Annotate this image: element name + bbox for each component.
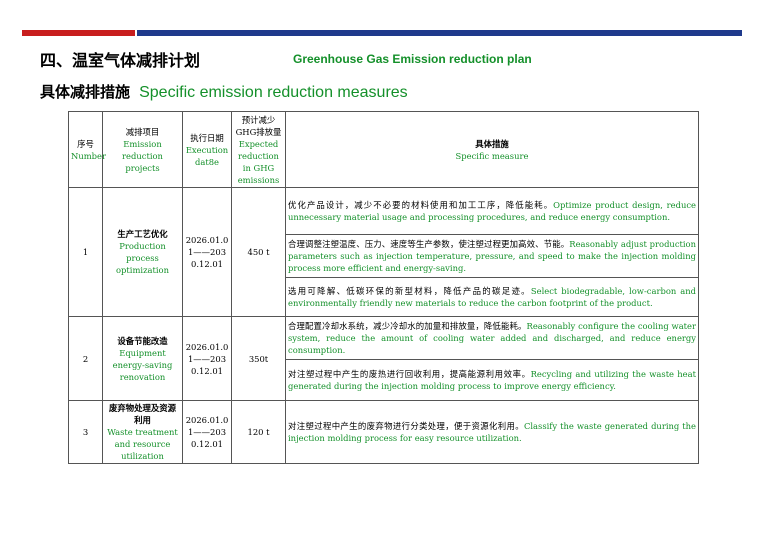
header-reduction: 预计减少GHG排放量 Expected reduction in GHG emi… — [231, 111, 286, 188]
header-date-en: Execution dat8e — [185, 144, 229, 167]
header-reduction-cn: 预计减少GHG排放量 — [235, 114, 282, 137]
row-project-cn: 生产工艺优化 — [117, 229, 168, 239]
row-measure: 合理调整注塑温度、压力、速度等生产参数，使注塑过程更加高效、节能。Reasona… — [285, 234, 699, 278]
section-subtitle-cn: 具体减排措施 — [40, 83, 131, 101]
header-project-cn: 减排项目 — [125, 126, 160, 137]
header-measure: 具体措施 Specific measure — [285, 111, 699, 188]
row-measure: 选用可降解、低碳环保的新型材料，降低产品的碳足迹。Select biodegra… — [285, 277, 699, 317]
header-measure-cn: 具体措施 — [475, 138, 509, 149]
header-bar-red — [22, 30, 135, 36]
header-project-en: Emission reduction projects — [122, 138, 163, 173]
page-title-cn: 四、温室气体减排计划 — [40, 51, 201, 70]
measure-cn: 对注塑过程中产生的废热进行回收利用，提高能源利用效率。 — [288, 369, 531, 379]
measure-cn: 优化产品设计，减少不必要的材料使用和加工工序，降低能耗。 — [288, 200, 554, 210]
measure-cn: 合理配置冷却水系统，减少冷却水的加量和排放量，降低能耗。 — [288, 321, 527, 331]
row-measure: 合理配置冷却水系统，减少冷却水的加量和排放量，降低能耗。Reasonably c… — [285, 316, 699, 360]
section-subtitle: 具体减排措施 Specific emission reduction measu… — [40, 81, 408, 102]
row-project-cn: 废弃物处理及资源利用 — [109, 403, 176, 425]
row-reduction: 450 t — [231, 187, 286, 317]
header-date: 执行日期 Execution dat8e — [182, 111, 232, 188]
row-project-en: Waste treatment and resource utilization — [107, 427, 178, 461]
header-project: 减排项目 Emission reduction projects — [102, 111, 183, 188]
row-project-en: Equipment energy-saving renovation — [112, 347, 173, 382]
measure-cn: 选用可降解、低碳环保的新型材料，降低产品的碳足迹。 — [288, 286, 531, 296]
table-header-row: 序号 Number 减排项目 Emission reduction projec… — [68, 111, 699, 188]
row-project: 设备节能改造 Equipment energy-saving renovatio… — [102, 316, 183, 401]
measure-cn: 合理调整注塑温度、压力、速度等生产参数，使注塑过程更加高效、节能。 — [288, 239, 570, 249]
row-reduction: 120 t — [231, 400, 286, 464]
row-number: 2 — [68, 316, 103, 401]
row-number: 3 — [68, 400, 103, 464]
table-row: 1 生产工艺优化 Production process optimization… — [68, 187, 699, 317]
header-number: 序号 Number — [68, 111, 106, 188]
row-date: 2026.01.01——2030.12.01 — [182, 316, 232, 401]
page-title-en: Greenhouse Gas Emission reduction plan — [293, 52, 532, 66]
row-project: 废弃物处理及资源利用 Waste treatment and resource … — [102, 400, 183, 464]
row-measure: 对注塑过程中产生的废弃物进行分类处理，便于资源化利用。Classify the … — [285, 400, 699, 464]
row-reduction: 350t — [231, 316, 286, 401]
header-measure-en: Specific measure — [455, 150, 529, 161]
header-date-cn: 执行日期 — [190, 132, 224, 143]
measure-cn: 对注塑过程中产生的废弃物进行分类处理，便于资源化利用。 — [288, 421, 524, 431]
row-measure: 对注塑过程中产生的废热进行回收利用，提高能源利用效率。Recycling and… — [285, 359, 699, 401]
row-measure: 优化产品设计，减少不必要的材料使用和加工工序，降低能耗。Optimize pro… — [285, 187, 699, 235]
header-number-en: Number — [71, 150, 106, 161]
header-reduction-en: Expected reduction in GHG emissions — [237, 138, 280, 185]
row-project-en: Production process optimization — [116, 241, 169, 275]
row-project: 生产工艺优化 Production process optimization — [102, 187, 183, 317]
emission-measures-table: 序号 Number 减排项目 Emission reduction projec… — [68, 111, 699, 464]
row-number: 1 — [68, 187, 103, 317]
header-number-cn: 序号 — [77, 138, 94, 149]
row-date: 2026.01.01——2030.12.01 — [182, 400, 232, 464]
table-row: 2 设备节能改造 Equipment energy-saving renovat… — [68, 316, 699, 401]
row-date: 2026.01.01——2030.12.01 — [182, 187, 232, 317]
row-project-cn: 设备节能改造 — [117, 335, 168, 346]
section-subtitle-en: Specific emission reduction measures — [139, 84, 408, 101]
table-row: 3 废弃物处理及资源利用 Waste treatment and resourc… — [68, 400, 699, 464]
header-bar-blue — [137, 30, 742, 36]
